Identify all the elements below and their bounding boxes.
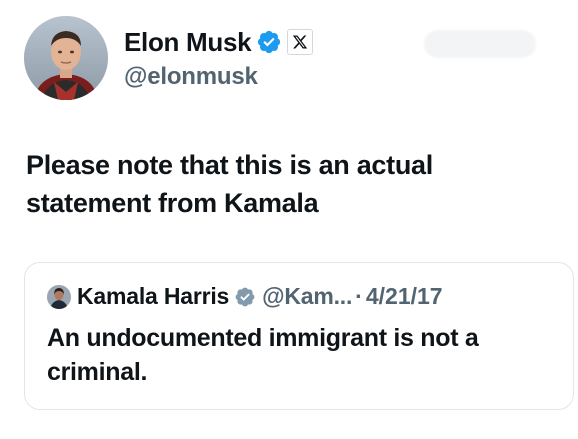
author-handle[interactable]: @elonmusk [124, 63, 313, 91]
gray-verified-badge-icon [234, 286, 256, 308]
meta-separator: · [355, 283, 363, 309]
post-header: Elon Musk @elonmusk [24, 16, 314, 100]
author-name-row: Elon Musk [124, 25, 314, 59]
author-avatar[interactable] [24, 16, 108, 100]
quoted-post-header: Kamala Harris @Kam... · 4/21/17 [47, 283, 443, 310]
verified-badge-icon [256, 29, 282, 55]
quoted-author-display-name[interactable]: Kamala Harris [77, 283, 229, 310]
quoted-author-handle[interactable]: @Kam... [262, 283, 352, 310]
quoted-post-text: An undocumented immigrant is not a crimi… [47, 324, 479, 386]
quoted-author-avatar[interactable] [47, 284, 71, 309]
quoted-post-date[interactable]: 4/21/17 [366, 283, 443, 310]
author-identity: Elon Musk @elonmusk [124, 25, 314, 91]
quoted-post-card[interactable]: Kamala Harris @Kam... · 4/21/17 An undoc… [24, 262, 574, 410]
blurred-follow-button [424, 30, 536, 58]
avatar-photo [24, 16, 108, 100]
quoted-avatar-photo [47, 284, 71, 309]
x-logo-icon[interactable] [287, 29, 314, 55]
post-text: Please note that this is an actual state… [26, 150, 433, 218]
author-display-name[interactable]: Elon Musk [124, 27, 252, 58]
